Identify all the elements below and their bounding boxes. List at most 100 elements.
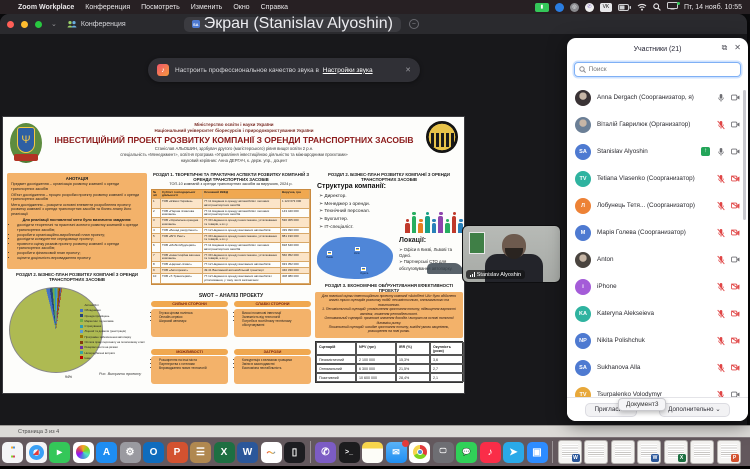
mic-icon[interactable]: [717, 147, 725, 157]
minimized-document[interactable]: [584, 440, 608, 464]
tab-options-icon[interactable]: –: [409, 19, 419, 29]
camera-off-icon[interactable]: [731, 310, 740, 317]
mic-muted-icon[interactable]: [717, 336, 725, 346]
screen-mirroring-icon[interactable]: [667, 2, 678, 12]
participant-row[interactable]: ММарія Голева (Соорганизатор): [567, 219, 748, 246]
zoom-camera-status-icon[interactable]: ▮: [535, 3, 549, 12]
camera-off-icon[interactable]: [731, 229, 740, 236]
dock-chrome-icon[interactable]: [409, 442, 430, 463]
dock-photos-icon[interactable]: [73, 442, 94, 463]
dock-app-store-icon[interactable]: A: [96, 442, 117, 463]
participant-row[interactable]: SAStanislav Alyoshin↑: [567, 138, 748, 165]
camera-off-icon[interactable]: [731, 175, 740, 182]
mic-icon[interactable]: [717, 93, 725, 103]
dock-iphone-mirroring-icon[interactable]: ▯: [284, 442, 305, 463]
minimized-spreadsheet[interactable]: X: [664, 440, 688, 464]
participant-row[interactable]: NPNikita Polishchuk: [567, 327, 748, 354]
menu-item-3[interactable]: Изменить: [191, 4, 223, 11]
dock-viber-icon[interactable]: ✆: [315, 442, 336, 463]
dock-freeform-icon[interactable]: 〜: [261, 442, 282, 463]
dock-window-tooltip: Документ3: [618, 398, 666, 411]
wifi-icon[interactable]: [637, 3, 647, 11]
tab-conference[interactable]: Конференция: [67, 20, 126, 28]
mic-muted-icon[interactable]: [717, 120, 725, 130]
menu-item-4[interactable]: Окно: [233, 4, 249, 11]
dock-telegram-icon[interactable]: ➤: [503, 442, 524, 463]
chevron-down-icon[interactable]: ⌄: [51, 20, 57, 28]
participant-row[interactable]: TVTsurpalenko Volodymyr: [567, 381, 748, 398]
scrollbar-thumb[interactable]: [743, 90, 746, 220]
viber-status-icon[interactable]: ✆: [585, 3, 594, 12]
mic-muted-icon[interactable]: [717, 228, 725, 238]
camera-icon[interactable]: [731, 148, 740, 155]
vk-status-icon[interactable]: VK: [600, 3, 612, 12]
dock-contacts-icon[interactable]: ☰: [190, 442, 211, 463]
spotlight-search-icon[interactable]: [653, 3, 661, 11]
dock-safari-icon[interactable]: ◢: [26, 442, 47, 463]
poster-title: ІНВЕСТИЦІЙНИЙ ПРОЕКТ РОЗВИТКУ КОМПАНІЇ З…: [43, 135, 425, 145]
menu-item-0[interactable]: Zoom Workplace: [18, 4, 74, 11]
minimized-document3[interactable]: W: [637, 440, 661, 464]
participant-row[interactable]: Anna Dergach (Соорганизатор, я): [567, 84, 748, 111]
dock-word-icon[interactable]: W: [237, 442, 258, 463]
camera-icon[interactable]: [731, 121, 740, 128]
camera-icon[interactable]: [731, 94, 740, 101]
participant-list: Anna Dergach (Соорганизатор, я) Віталій …: [567, 84, 748, 398]
mic-muted-icon[interactable]: [717, 363, 725, 373]
pop-out-icon[interactable]: ⧉: [722, 44, 728, 52]
dock-outlook-icon[interactable]: O: [143, 442, 164, 463]
minimize-window-button[interactable]: [21, 21, 28, 28]
camera-icon[interactable]: [731, 256, 740, 263]
participant-row[interactable]: SASukhanova Alla: [567, 354, 748, 381]
camera-off-icon[interactable]: [731, 283, 740, 290]
menu-item-5[interactable]: Справка: [261, 4, 288, 11]
mic-muted-icon[interactable]: [717, 282, 725, 292]
dock-powerpoint-icon[interactable]: P: [167, 442, 188, 463]
participant-row[interactable]: KAKateryna Alekseieva: [567, 300, 748, 327]
clock[interactable]: Пт, 14 нояб. 10:55: [684, 4, 742, 11]
minimized-document[interactable]: [611, 440, 635, 464]
dock-mail-icon[interactable]: ✉: [386, 442, 407, 463]
dock-notes-icon[interactable]: [362, 442, 383, 463]
dock-zoom-icon[interactable]: ▣: [527, 442, 548, 463]
participant-row[interactable]: TVTetiana Vlasenko (Соорганизатор): [567, 165, 748, 192]
dock-launchpad-icon[interactable]: ▪▪▪▪: [2, 442, 23, 463]
minimized-word-file[interactable]: W: [558, 440, 582, 464]
mic-muted-icon[interactable]: [717, 201, 725, 211]
banner-close-icon[interactable]: ✕: [405, 66, 411, 74]
menu-item-2[interactable]: Посмотреть: [141, 4, 180, 11]
dock-excel-icon[interactable]: X: [214, 442, 235, 463]
close-window-button[interactable]: [7, 21, 14, 28]
camera-off-icon[interactable]: [731, 337, 740, 344]
menu-item-1[interactable]: Конференция: [85, 4, 130, 11]
screen-share-badge: ↑: [701, 147, 710, 156]
mic-muted-icon[interactable]: [717, 174, 725, 184]
dock-system-settings-icon[interactable]: ⚙: [120, 442, 141, 463]
mic-muted-icon[interactable]: [717, 309, 725, 319]
participant-row[interactable]: Anton: [567, 246, 748, 273]
participant-row[interactable]: ЛЛобунець Тетя... (Соорганизатор): [567, 192, 748, 219]
dock-messages-icon[interactable]: 💬: [456, 442, 477, 463]
dock-terminal-icon[interactable]: >_: [339, 442, 360, 463]
app-status-icon[interactable]: [555, 3, 564, 12]
camera-off-icon[interactable]: [731, 364, 740, 371]
minimized-presentation[interactable]: P: [717, 440, 741, 464]
zoom-window-button[interactable]: [35, 21, 42, 28]
dock-screen-sharing-icon[interactable]: 🖵: [433, 442, 454, 463]
audio-settings-link[interactable]: Настройки звука: [323, 67, 373, 74]
mic-muted-icon[interactable]: [717, 255, 725, 265]
more-button[interactable]: Дополнительно ⌄: [659, 403, 729, 417]
gray-status-icon[interactable]: ◎: [570, 3, 579, 12]
search-input[interactable]: [589, 66, 736, 73]
tab-screen-share[interactable]: SA Экран (Stanislav Alyoshin): [184, 17, 401, 32]
minimized-document[interactable]: [690, 440, 714, 464]
participant-row[interactable]: Віталій Гаврилюк (Организатор): [567, 111, 748, 138]
participant-search-box[interactable]: [574, 62, 741, 77]
participant-row[interactable]: iiPhone: [567, 273, 748, 300]
dock-facetime-icon[interactable]: ▸: [49, 442, 70, 463]
dock-music-icon[interactable]: ♪: [480, 442, 501, 463]
poster-author: Станіслав АЛЬОШИН, здобувач другого (маг…: [48, 146, 420, 151]
video-thumbnail[interactable]: Stanislav Alyoshin: [462, 225, 561, 283]
camera-off-icon[interactable]: [731, 202, 740, 209]
close-panel-icon[interactable]: ✕: [734, 44, 741, 52]
